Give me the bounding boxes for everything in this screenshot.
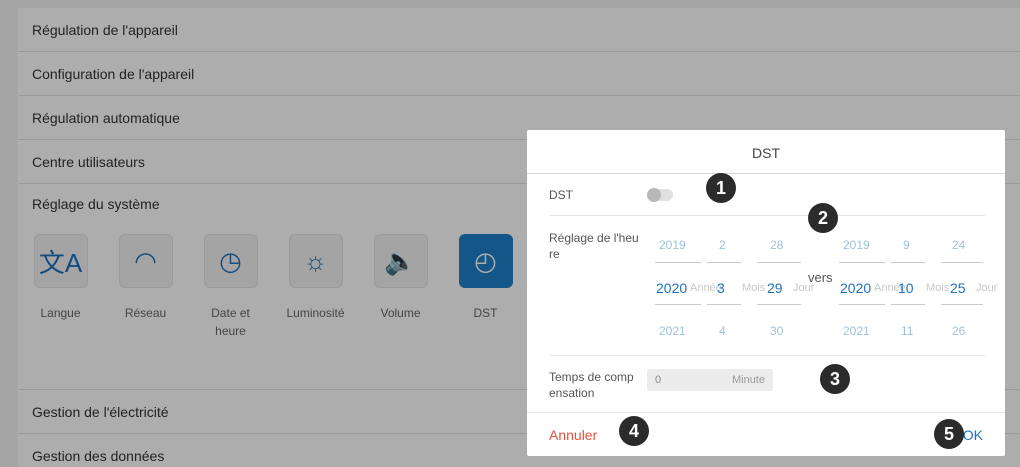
dst-field: DST xyxy=(549,174,985,216)
dialog-body: DST Réglage de l'heu re 2019 2020 Année … xyxy=(527,174,1005,412)
picker-next: 4 xyxy=(719,324,726,338)
time-setting-label: Réglage de l'heu re xyxy=(549,231,639,261)
ok-button[interactable]: OK xyxy=(963,427,983,443)
picker-prev: 9 xyxy=(903,238,910,252)
picker-divider xyxy=(707,262,741,263)
callout-badge-3: 3 xyxy=(820,364,850,394)
cancel-button[interactable]: Annuler xyxy=(549,427,597,443)
picker-divider xyxy=(707,304,741,305)
picker-selected: 10 xyxy=(898,280,914,296)
time-setting-field: Réglage de l'heu re 2019 2020 Année 2021… xyxy=(549,216,997,356)
dst-label: DST xyxy=(549,187,573,202)
picker-selected: 29 xyxy=(767,280,783,296)
picker-divider xyxy=(655,262,701,263)
dst-dialog: DST DST Réglage de l'heu re 2019 2020 An… xyxy=(527,130,1005,456)
picker-selected: 2020 xyxy=(840,280,872,296)
picker-unit: Mois xyxy=(742,282,766,294)
compensation-unit: Minute xyxy=(731,374,765,386)
picker-divider xyxy=(655,304,701,305)
picker-divider xyxy=(941,262,983,263)
picker-next: 2021 xyxy=(659,324,686,338)
picker-prev: 28 xyxy=(770,238,784,252)
picker-divider xyxy=(891,304,925,305)
picker-divider xyxy=(757,262,801,263)
to-word: vers xyxy=(808,270,833,285)
dialog-title: DST xyxy=(527,130,1005,174)
callout-badge-4: 4 xyxy=(619,416,649,446)
compensation-field: Temps de comp ensation 0 Minute xyxy=(549,356,985,412)
picker-next: 11 xyxy=(901,324,914,338)
picker-next: 2021 xyxy=(843,324,870,338)
picker-next: 30 xyxy=(770,324,784,338)
picker-prev: 2019 xyxy=(659,238,686,252)
picker-selected: 2020 xyxy=(656,280,688,296)
picker-unit: Jour xyxy=(976,282,998,294)
dst-toggle[interactable] xyxy=(647,187,673,202)
callout-badge-2: 2 xyxy=(808,203,838,233)
picker-divider xyxy=(757,304,801,305)
picker-prev: 2019 xyxy=(843,238,870,252)
picker-divider xyxy=(891,262,925,263)
compensation-label: Temps de comp ensation xyxy=(549,370,634,400)
compensation-value: 0 xyxy=(655,374,662,386)
picker-divider xyxy=(839,304,885,305)
picker-next: 26 xyxy=(952,324,966,338)
date-pickers: 2019 2020 Année 2021 2 3 Mois 4 28 29 Jo… xyxy=(647,230,997,356)
callout-badge-5: 5 xyxy=(934,419,964,449)
compensation-input[interactable]: 0 Minute xyxy=(647,369,773,391)
picker-divider xyxy=(839,262,885,263)
picker-selected: 25 xyxy=(950,280,966,296)
callout-badge-1: 1 xyxy=(706,173,736,203)
picker-selected: 3 xyxy=(717,280,725,296)
picker-prev: 24 xyxy=(952,238,966,252)
picker-prev: 2 xyxy=(719,238,726,252)
picker-divider xyxy=(941,304,983,305)
picker-unit: Mois xyxy=(926,282,950,294)
